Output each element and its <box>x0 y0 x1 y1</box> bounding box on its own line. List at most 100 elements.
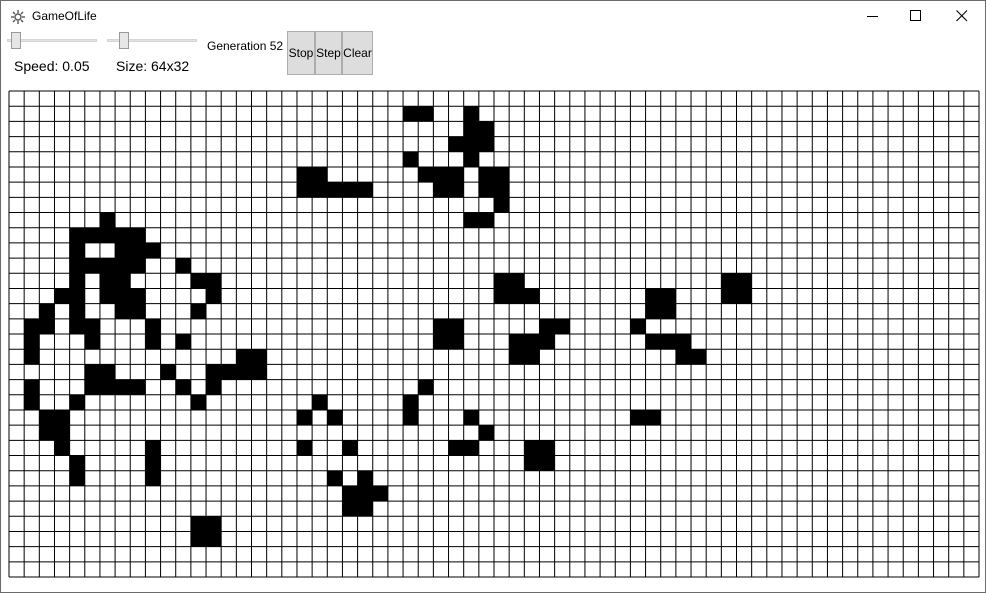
live-cell[interactable] <box>206 531 222 547</box>
live-cell[interactable] <box>494 182 510 198</box>
clear-button[interactable]: Clear <box>342 31 373 75</box>
live-cell[interactable] <box>494 166 510 183</box>
live-cell[interactable] <box>115 227 131 243</box>
live-cell[interactable] <box>736 288 752 304</box>
live-cell[interactable] <box>645 409 661 426</box>
live-cell[interactable] <box>539 334 555 350</box>
size-slider[interactable] <box>107 31 197 51</box>
maximize-button[interactable] <box>893 1 939 31</box>
live-cell[interactable] <box>418 166 434 183</box>
live-cell[interactable] <box>236 364 252 380</box>
live-cell[interactable] <box>69 258 85 274</box>
size-slider-thumb[interactable] <box>119 32 129 49</box>
live-cell[interactable] <box>403 394 419 410</box>
live-cell[interactable] <box>312 394 328 410</box>
close-button[interactable] <box>939 1 985 31</box>
stop-button[interactable]: Stop <box>287 31 315 75</box>
live-cell[interactable] <box>448 136 464 152</box>
live-cell[interactable] <box>721 288 737 304</box>
live-cell[interactable] <box>69 242 85 259</box>
live-cell[interactable] <box>251 349 267 365</box>
live-cell[interactable] <box>296 182 313 198</box>
live-cell[interactable] <box>524 288 540 304</box>
live-cell[interactable] <box>539 440 555 456</box>
live-cell[interactable] <box>39 318 55 334</box>
live-cell[interactable] <box>342 501 358 517</box>
live-cell[interactable] <box>115 242 131 259</box>
live-cell[interactable] <box>433 182 449 198</box>
live-cell[interactable] <box>69 394 85 410</box>
live-cell[interactable] <box>160 364 176 380</box>
live-cell[interactable] <box>84 364 100 380</box>
live-cell[interactable] <box>418 379 434 395</box>
live-cell[interactable] <box>99 364 116 380</box>
live-cell[interactable] <box>675 349 692 365</box>
live-cell[interactable] <box>660 334 676 350</box>
live-cell[interactable] <box>99 379 116 395</box>
live-cell[interactable] <box>630 318 646 334</box>
live-cell[interactable] <box>478 182 494 198</box>
live-cell[interactable] <box>342 485 358 502</box>
live-cell[interactable] <box>69 288 85 304</box>
live-cell[interactable] <box>660 288 676 304</box>
live-cell[interactable] <box>115 379 131 395</box>
live-cell[interactable] <box>448 166 464 183</box>
live-cell[interactable] <box>357 470 373 486</box>
live-cell[interactable] <box>403 151 419 167</box>
live-cell[interactable] <box>84 334 100 350</box>
live-cell[interactable] <box>175 258 191 274</box>
live-cell[interactable] <box>145 470 161 486</box>
live-cell[interactable] <box>478 121 494 137</box>
live-cell[interactable] <box>463 151 479 167</box>
live-cell[interactable] <box>99 212 116 228</box>
live-cell[interactable] <box>296 440 313 456</box>
live-cell[interactable] <box>433 318 449 334</box>
live-cell[interactable] <box>342 182 358 198</box>
live-cell[interactable] <box>236 349 252 365</box>
live-cell[interactable] <box>509 288 525 304</box>
live-cell[interactable] <box>130 258 146 274</box>
live-cell[interactable] <box>206 516 222 532</box>
live-cell[interactable] <box>145 242 161 259</box>
live-cell[interactable] <box>463 440 479 456</box>
live-cell[interactable] <box>509 349 525 365</box>
speed-slider[interactable] <box>7 31 97 51</box>
live-cell[interactable] <box>312 182 328 198</box>
live-cell[interactable] <box>327 470 343 486</box>
live-cell[interactable] <box>69 227 85 243</box>
live-cell[interactable] <box>327 182 343 198</box>
live-cell[interactable] <box>463 106 479 122</box>
live-cell[interactable] <box>99 288 116 304</box>
live-cell[interactable] <box>145 440 161 456</box>
live-cell[interactable] <box>494 273 510 289</box>
live-cell[interactable] <box>69 455 85 471</box>
live-cell[interactable] <box>524 455 540 471</box>
live-cell[interactable] <box>630 409 646 426</box>
live-cell[interactable] <box>115 258 131 274</box>
live-cell[interactable] <box>494 197 510 213</box>
live-cell[interactable] <box>190 394 207 410</box>
live-cell[interactable] <box>221 364 237 380</box>
live-cell[interactable] <box>645 334 661 350</box>
live-cell[interactable] <box>448 318 464 334</box>
live-cell[interactable] <box>115 273 131 289</box>
live-cell[interactable] <box>539 318 555 334</box>
live-cell[interactable] <box>145 334 161 350</box>
live-cell[interactable] <box>130 379 146 395</box>
live-cell[interactable] <box>24 349 40 365</box>
live-cell[interactable] <box>130 227 146 243</box>
live-cell[interactable] <box>69 470 85 486</box>
live-cell[interactable] <box>357 182 373 198</box>
live-cell[interactable] <box>478 166 494 183</box>
live-cell[interactable] <box>296 166 313 183</box>
live-cell[interactable] <box>24 334 40 350</box>
live-cell[interactable] <box>539 455 555 471</box>
live-cell[interactable] <box>39 303 55 319</box>
life-grid[interactable] <box>8 90 980 578</box>
live-cell[interactable] <box>463 136 479 152</box>
live-cell[interactable] <box>403 409 419 426</box>
live-cell[interactable] <box>39 425 55 441</box>
live-cell[interactable] <box>463 121 479 137</box>
live-cell[interactable] <box>99 273 116 289</box>
live-cell[interactable] <box>190 531 207 547</box>
